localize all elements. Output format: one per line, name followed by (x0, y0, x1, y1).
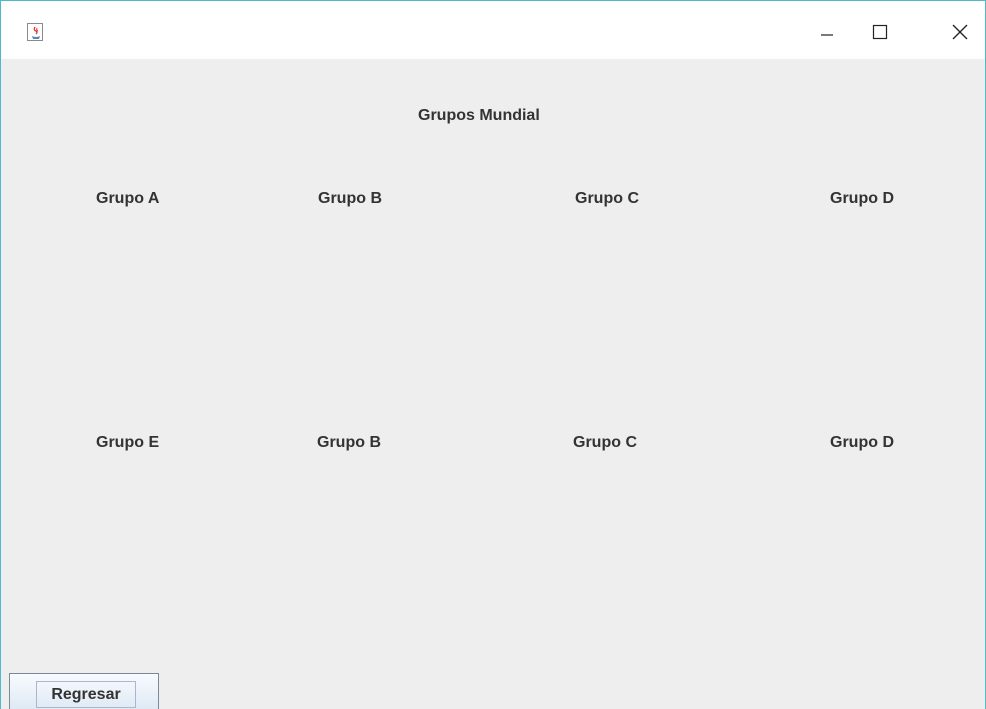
group-label: Grupo C (575, 190, 639, 207)
back-button[interactable]: Regresar (9, 673, 159, 709)
group-label: Grupo D (830, 190, 894, 207)
close-icon (951, 23, 969, 41)
group-label: Grupo E (96, 434, 160, 451)
group-label: Grupo B (318, 190, 382, 207)
minimize-icon (820, 25, 834, 39)
group-label: Grupo D (830, 434, 894, 451)
close-button[interactable] (937, 15, 983, 49)
minimize-button[interactable] (804, 15, 850, 49)
back-button-label: Regresar (36, 681, 136, 708)
java-coffee-icon[interactable] (27, 23, 43, 41)
group-label: Grupo A (96, 190, 160, 207)
group-label: Grupo C (573, 434, 637, 451)
content-panel: Grupos Mundial Grupo A Grupo B Grupo C G… (1, 59, 985, 709)
maximize-button[interactable] (857, 15, 903, 49)
page-title: Grupos Mundial (418, 107, 540, 124)
title-bar[interactable] (1, 1, 985, 59)
app-window: Grupos Mundial Grupo A Grupo B Grupo C G… (0, 0, 986, 709)
group-label: Grupo B (317, 434, 381, 451)
maximize-icon (872, 24, 888, 40)
